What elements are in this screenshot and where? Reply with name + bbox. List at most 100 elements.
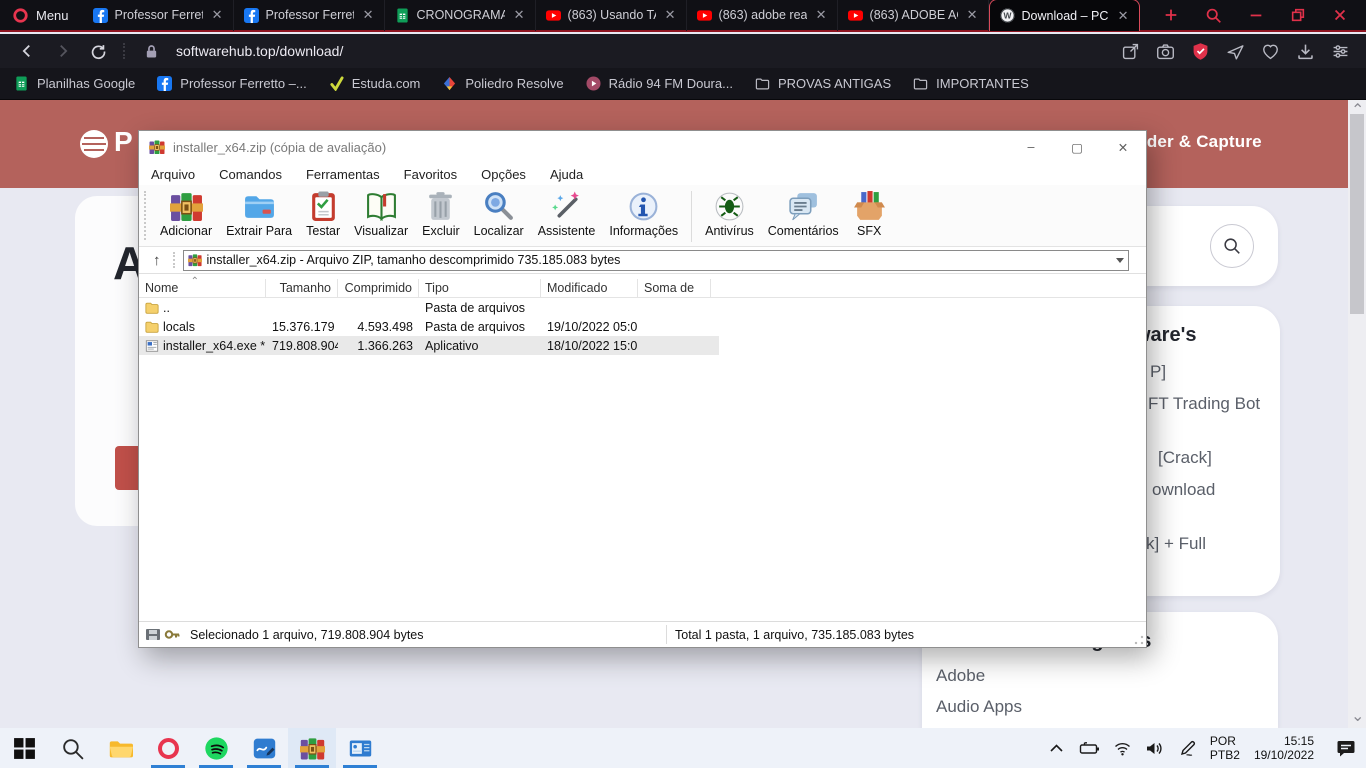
tray-expand-chevron-icon[interactable] (1048, 740, 1065, 757)
tab-cronograma[interactable]: CRONOGRAMA - P ✕ (385, 0, 536, 31)
file-row-locals[interactable]: locals 15.376.179 4.593.498 Pasta de arq… (139, 317, 1146, 336)
winrar-titlebar[interactable]: installer_x64.zip (cópia de avaliação) –… (139, 131, 1146, 163)
software-link[interactable]: k] + Full (1146, 534, 1206, 554)
winrar-maximize-icon[interactable]: ▢ (1054, 131, 1100, 163)
tab-professor-ferretto-2[interactable]: Professor Ferretto ✕ (234, 0, 385, 31)
tab-adobe-acro[interactable]: (863) ADOBE ACRO ✕ (838, 0, 989, 31)
software-link[interactable]: ownload (1152, 480, 1215, 500)
tab-usando-tabl[interactable]: (863) Usando TABL ✕ (536, 0, 687, 31)
page-scrollbar[interactable]: ⌃ ⌄ (1348, 100, 1366, 728)
winrar-close-icon[interactable]: ✕ (1100, 131, 1146, 163)
toolbar-add-button[interactable]: Adicionar (153, 187, 219, 241)
toolbar-comments-button[interactable]: Comentários (761, 187, 846, 241)
scroll-down-icon[interactable]: ⌄ (1351, 706, 1364, 726)
bookmark-estuda[interactable]: Estuda.com (329, 76, 421, 91)
toolbar-info-button[interactable]: Informações (602, 187, 685, 241)
column-header-modificado[interactable]: Modificado (541, 279, 638, 297)
toolbar-find-button[interactable]: Localizar (467, 187, 531, 241)
battery-icon[interactable] (1079, 740, 1100, 757)
wifi-icon[interactable] (1114, 740, 1131, 757)
easy-setup-icon[interactable] (1331, 42, 1350, 61)
tab-search-icon[interactable] (1205, 7, 1222, 24)
tab-close-icon[interactable]: ✕ (663, 7, 678, 23)
column-header-nome[interactable]: Nome⌃ (139, 279, 266, 297)
send-to-device-icon[interactable] (1226, 42, 1245, 61)
toolbar-sfx-button[interactable]: SFX (846, 187, 893, 241)
file-row-parent-dir[interactable]: .. Pasta de arquivos (139, 298, 1146, 317)
menu-ajuda[interactable]: Ajuda (550, 167, 583, 182)
bookmark-planilhas-google[interactable]: Planilhas Google (14, 76, 135, 91)
column-header-comprimido[interactable]: Comprimido (338, 279, 419, 297)
bookmark-folder-provas-antigas[interactable]: PROVAS ANTIGAS (755, 76, 891, 91)
tab-download-pc-active[interactable]: Download – PC Wo ✕ (989, 0, 1140, 31)
tab-adobe-reader[interactable]: (863) adobe reader ✕ (687, 0, 838, 31)
tab-close-icon[interactable]: ✕ (512, 7, 527, 23)
taskbar-opera[interactable] (144, 728, 192, 768)
tab-close-icon[interactable]: ✕ (361, 7, 376, 23)
taskbar-system-app[interactable] (336, 728, 384, 768)
toolbar-extract-button[interactable]: Extrair Para (219, 187, 299, 241)
menu-comandos[interactable]: Comandos (219, 167, 282, 182)
header-nav-link[interactable]: rder & Capture (1140, 132, 1262, 152)
combobox-dropdown-icon[interactable] (1116, 258, 1124, 263)
bookmark-folder-importantes[interactable]: IMPORTANTES (913, 76, 1029, 91)
menu-opcoes[interactable]: Opções (481, 167, 526, 182)
share-icon[interactable] (1121, 42, 1140, 61)
taskbar-search-button[interactable] (48, 728, 96, 768)
downloads-icon[interactable] (1296, 42, 1315, 61)
menu-favoritos[interactable]: Favoritos (404, 167, 457, 182)
taskbar-winrar-active[interactable] (288, 728, 336, 768)
language-indicator[interactable]: POR PTB2 (1210, 734, 1240, 762)
volume-icon[interactable] (1145, 740, 1165, 757)
toolbar-delete-button[interactable]: Excluir (415, 187, 467, 241)
back-icon[interactable] (18, 42, 36, 60)
column-header-soma[interactable]: Soma de ... (638, 279, 711, 297)
toolbar-view-button[interactable]: Visualizar (347, 187, 415, 241)
tab-close-icon[interactable]: ✕ (965, 7, 980, 23)
taskbar-spotify[interactable] (192, 728, 240, 768)
bookmark-heart-icon[interactable] (1261, 42, 1280, 61)
scrollbar-thumb[interactable] (1350, 114, 1364, 314)
tab-close-icon[interactable]: ✕ (210, 7, 225, 23)
window-close-icon[interactable] (1332, 7, 1348, 23)
lock-icon[interactable] (143, 43, 160, 60)
toolbar-antivirus-button[interactable]: Antivírus (698, 187, 761, 241)
url-field[interactable]: softwarehub.top/download/ (176, 43, 343, 59)
snapshot-camera-icon[interactable] (1156, 42, 1175, 61)
adblock-shield-icon[interactable] (1191, 42, 1210, 61)
software-link[interactable]: FT Trading Bot (1148, 394, 1260, 414)
winrar-minimize-icon[interactable]: – (1008, 131, 1054, 163)
archive-path-combobox[interactable]: installer_x64.zip - Arquivo ZIP, tamanho… (183, 250, 1129, 271)
toolbar-test-button[interactable]: Testar (299, 187, 347, 241)
category-link-audio-apps[interactable]: Audio Apps (936, 697, 1022, 717)
search-button[interactable] (1210, 224, 1254, 268)
bookmark-poliedro[interactable]: Poliedro Resolve (442, 76, 563, 91)
bookmark-professor-ferretto[interactable]: Professor Ferretto –... (157, 76, 306, 91)
software-link[interactable]: [Crack] (1158, 448, 1212, 468)
clock[interactable]: 15:15 19/10/2022 (1254, 734, 1314, 762)
start-button[interactable] (0, 728, 48, 768)
category-link-adobe[interactable]: Adobe (936, 666, 985, 686)
file-row-installer-exe-selected[interactable]: installer_x64.exe * 719.808.904 1.366.26… (139, 336, 719, 355)
opera-menu-button[interactable]: Menu (0, 0, 83, 30)
tab-close-icon[interactable]: ✕ (814, 7, 829, 23)
menu-arquivo[interactable]: Arquivo (151, 167, 195, 182)
notification-center-icon[interactable] (1336, 738, 1356, 758)
software-link[interactable]: P] (1150, 362, 1166, 382)
tab-professor-ferretto-1[interactable]: Professor Ferretto ✕ (83, 0, 234, 31)
tab-close-icon[interactable]: ✕ (1116, 8, 1131, 24)
bookmark-radio-94fm[interactable]: Rádio 94 FM Doura... (586, 76, 733, 91)
toolbar-wizard-button[interactable]: Assistente (531, 187, 603, 241)
menu-ferramentas[interactable]: Ferramentas (306, 167, 380, 182)
column-header-tamanho[interactable]: Tamanho (266, 279, 338, 297)
reload-icon[interactable] (90, 43, 107, 60)
up-directory-icon[interactable]: ↑ (153, 252, 161, 269)
taskbar-whiteboard[interactable] (240, 728, 288, 768)
column-header-tipo[interactable]: Tipo (419, 279, 541, 297)
forward-icon[interactable] (54, 42, 72, 60)
resize-grip[interactable] (1133, 634, 1145, 646)
window-minimize-icon[interactable] (1248, 7, 1264, 23)
window-restore-icon[interactable] (1290, 7, 1306, 23)
taskbar-file-explorer[interactable] (96, 728, 144, 768)
new-tab-icon[interactable] (1163, 7, 1179, 23)
